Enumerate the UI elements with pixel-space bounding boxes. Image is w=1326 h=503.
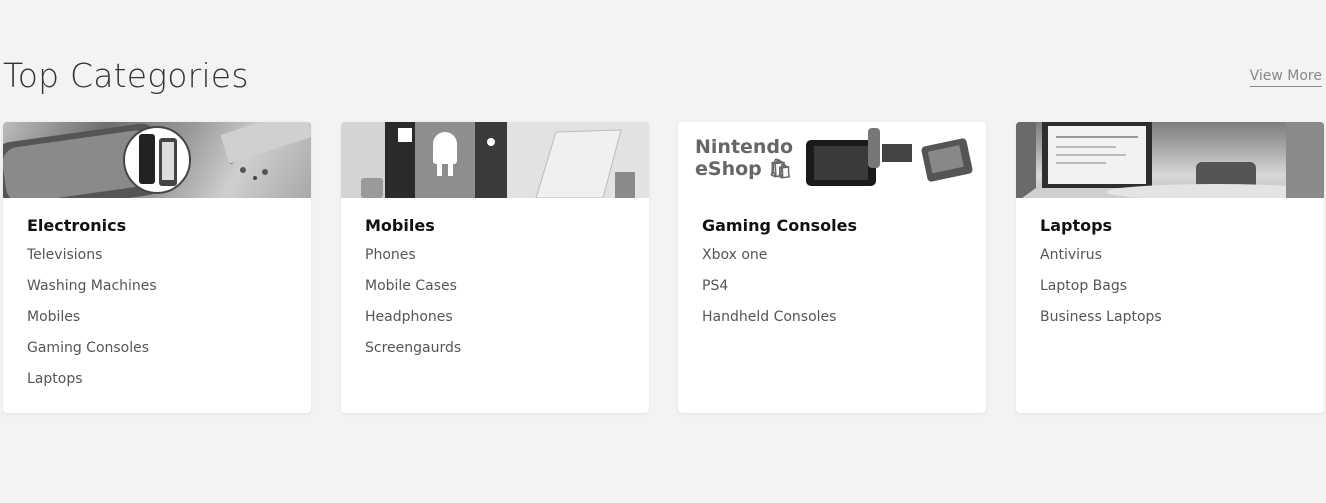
category-link-televisions[interactable]: Televisions: [27, 247, 287, 278]
category-link-headphones[interactable]: Headphones: [365, 309, 625, 340]
category-card-laptops: Laptops Antivirus Laptop Bags Business L…: [1016, 122, 1324, 413]
category-link-xbox-one[interactable]: Xbox one: [702, 247, 962, 278]
category-link-mobiles[interactable]: Mobiles: [27, 309, 287, 340]
category-link-gaming-consoles[interactable]: Gaming Consoles: [27, 340, 287, 371]
category-link-ps4[interactable]: PS4: [702, 278, 962, 309]
category-link-phones[interactable]: Phones: [365, 247, 625, 278]
laptops-banner-image[interactable]: [1016, 122, 1324, 198]
card-title[interactable]: Mobiles: [365, 216, 625, 235]
category-card-gaming-consoles: Nintendo eShop 🛍 Gaming Consoles Xbox on…: [678, 122, 986, 413]
card-title[interactable]: Gaming Consoles: [702, 216, 962, 235]
electronics-banner-image[interactable]: [3, 122, 311, 198]
category-card-mobiles: Mobiles Phones Mobile Cases Headphones S…: [341, 122, 649, 413]
card-title[interactable]: Electronics: [27, 216, 287, 235]
category-link-mobile-cases[interactable]: Mobile Cases: [365, 278, 625, 309]
card-title[interactable]: Laptops: [1040, 216, 1300, 235]
category-link-business-laptops[interactable]: Business Laptops: [1040, 309, 1300, 340]
category-link-laptop-bags[interactable]: Laptop Bags: [1040, 278, 1300, 309]
category-link-handheld-consoles[interactable]: Handheld Consoles: [702, 309, 962, 340]
category-link-screengaurds[interactable]: Screengaurds: [365, 340, 625, 371]
gaming-banner-image[interactable]: Nintendo eShop 🛍: [678, 122, 986, 198]
category-link-antivirus[interactable]: Antivirus: [1040, 247, 1300, 278]
category-link-laptops[interactable]: Laptops: [27, 371, 287, 402]
mobiles-banner-image[interactable]: [341, 122, 649, 198]
view-more-link[interactable]: View More: [1249, 68, 1322, 87]
category-link-washing-machines[interactable]: Washing Machines: [27, 278, 287, 309]
category-card-electronics: Electronics Televisions Washing Machines…: [3, 122, 311, 413]
section-title: Top Categories: [3, 56, 249, 95]
